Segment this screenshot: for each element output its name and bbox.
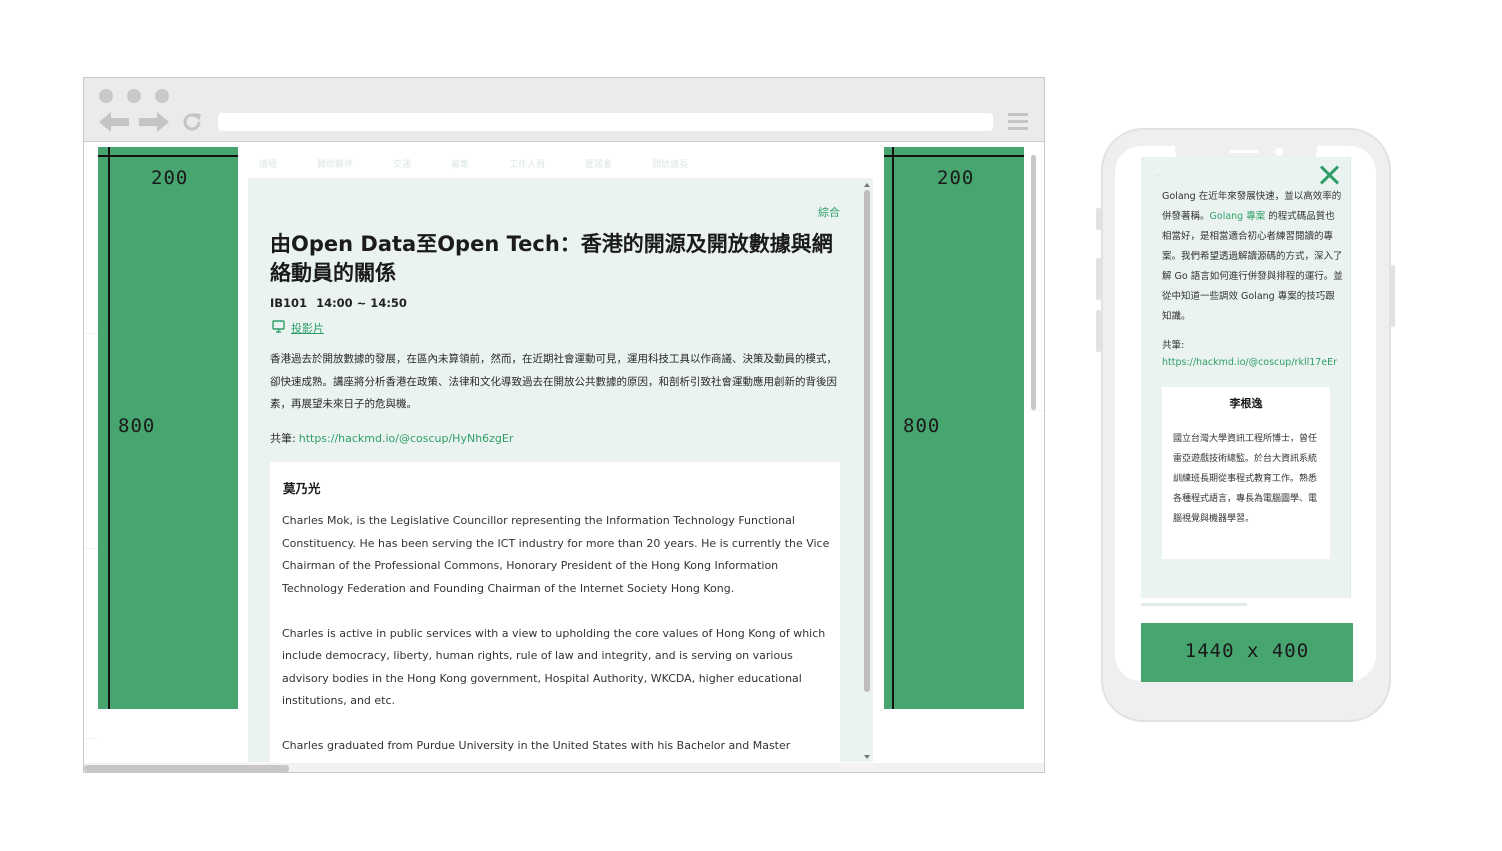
hackmd-label: 共筆:	[270, 432, 296, 445]
window-close-dot[interactable]	[99, 89, 113, 103]
phone-side-button	[1096, 310, 1101, 352]
background-nav-item[interactable]: 募集	[451, 157, 469, 171]
back-arrow-icon[interactable]	[98, 111, 130, 133]
ad-width-label: 200	[937, 167, 975, 189]
phone-camera	[1275, 148, 1283, 156]
speaker-bio-paragraph: Charles is active in public services wit…	[282, 626, 826, 708]
ad-height-guide	[892, 147, 894, 709]
mobile-speaker-name: 李根逸	[1229, 397, 1263, 410]
ad-height-label: 800	[118, 415, 156, 437]
room-and-time: IB101 14:00 ~ 14:50	[270, 296, 407, 310]
mobile-hackmd-link[interactable]: https://hackmd.io/@coscup/rkll17eEr	[1162, 357, 1337, 368]
slides-label[interactable]: 投影片	[291, 320, 324, 336]
ad-height-label: 800	[903, 415, 941, 437]
room-label: IB101	[270, 296, 308, 310]
ad-placeholder-left: 200 800	[98, 147, 238, 709]
chevron-down-icon: ⌄	[1154, 170, 1162, 180]
background-divider	[84, 738, 98, 739]
speaker-bio-paragraph: Charles graduated from Purdue University…	[282, 739, 791, 762]
window-maximize-dot[interactable]	[155, 89, 169, 103]
page-viewport: 議程 贊助夥伴 交通 募集 工作人員 歷屆會 開放議長 200 800 200 …	[84, 143, 1044, 772]
mobile-speaker-bio: 國立台灣大學資訊工程所博士，曾任雷亞遊戲技術總監。於台大資訊系統訓練班長期從事程…	[1173, 434, 1318, 524]
page-scrollbar-thumb[interactable]	[1031, 155, 1036, 410]
slides-icon	[272, 318, 285, 337]
phone-side-button	[1096, 258, 1101, 300]
background-nav: 議程 贊助夥伴 交通 募集 工作人員 歷屆會 開放議長	[259, 157, 879, 171]
ad-width-label: 200	[151, 167, 189, 189]
mobile-speaker-card: 李根逸 國立台灣大學資訊工程所博士，曾任雷亞遊戲技術總監。於台大資訊系統訓練班長…	[1162, 387, 1330, 559]
background-divider	[84, 333, 98, 334]
background-divider	[84, 548, 98, 549]
talk-abstract: 香港過去於開放數據的發展，在區內未算領前，然而，在近期社會運動可見，運用科技工具…	[270, 353, 837, 410]
ad-placeholder-right: 200 800	[884, 147, 1024, 709]
speaker-name: 莫乃光	[283, 481, 321, 496]
background-nav-item[interactable]: 贊助夥伴	[317, 157, 353, 171]
mobile-abstract-text: 的程式碼品質也相當好，是相當適合初心者練習閱讀的專案。我們希望透過解讀源碼的方式…	[1162, 211, 1343, 322]
reload-icon[interactable]	[180, 111, 204, 133]
phone-side-button	[1390, 265, 1395, 327]
talk-detail-modal: 綜合 由Open Data至Open Tech：香港的開源及開放數據與網絡動員的…	[248, 178, 873, 762]
hackmd-row: 共筆: https://hackmd.io/@coscup/HyNh6zgEr	[270, 430, 513, 446]
phone-speaker	[1229, 150, 1259, 153]
close-icon[interactable]	[1317, 163, 1341, 187]
time-label: 14:00 ~ 14:50	[316, 296, 407, 310]
hamburger-menu-icon[interactable]	[1008, 113, 1028, 130]
ad-height-guide	[108, 147, 110, 709]
background-nav-item[interactable]: 交通	[393, 157, 411, 171]
speaker-bio: Charles Mok, is the Legislative Councill…	[282, 510, 830, 762]
speaker-card: 莫乃光 Charles Mok, is the Legislative Coun…	[270, 462, 840, 762]
background-nav-item[interactable]: 開放議長	[652, 157, 688, 171]
address-bar[interactable]	[218, 113, 993, 131]
background-nav-item[interactable]: 歷屆會	[585, 157, 612, 171]
ad-width-guide	[884, 155, 1024, 157]
background-nav-item[interactable]: 議程	[259, 157, 277, 171]
phone-side-button	[1096, 208, 1101, 230]
browser-window: 議程 贊助夥伴 交通 募集 工作人員 歷屆會 開放議長 200 800 200 …	[83, 77, 1045, 773]
window-minimize-dot[interactable]	[127, 89, 141, 103]
scroll-up-arrow-icon[interactable]	[864, 183, 870, 187]
background-nav-item[interactable]: 工作人員	[509, 157, 545, 171]
ad-width-guide	[98, 155, 238, 157]
talk-title: 由Open Data至Open Tech：香港的開源及開放數據與網絡動員的關係	[270, 232, 833, 285]
background-divider	[1029, 410, 1043, 411]
mobile-ad-size-label: 1440 x 400	[1184, 640, 1310, 662]
slides-link[interactable]: 投影片	[272, 318, 324, 337]
scroll-down-arrow-icon[interactable]	[864, 755, 870, 759]
mockup-stage: 議程 贊助夥伴 交通 募集 工作人員 歷屆會 開放議長 200 800 200 …	[0, 0, 1502, 851]
category-tag[interactable]: 綜合	[818, 204, 840, 220]
mobile-scroll-thumb[interactable]	[1141, 603, 1247, 606]
browser-toolbar	[84, 78, 1044, 142]
forward-arrow-icon[interactable]	[138, 111, 170, 133]
mobile-hackmd-label: 共筆:	[1162, 340, 1185, 351]
mobile-talk-abstract: Golang 在近年來發展快速，並以高效率的併發著稱。Golang 專案 的程式…	[1162, 187, 1344, 327]
hackmd-link[interactable]: https://hackmd.io/@coscup/HyNh6zgEr	[299, 432, 514, 445]
horizontal-scrollbar-thumb[interactable]	[84, 765, 289, 772]
mobile-ad-placeholder: 1440 x 400	[1141, 623, 1353, 682]
mobile-abstract-link[interactable]: Golang 專案	[1210, 211, 1266, 222]
modal-scrollbar-thumb[interactable]	[864, 190, 870, 692]
speaker-bio-paragraph: Charles Mok, is the Legislative Councill…	[282, 514, 830, 595]
